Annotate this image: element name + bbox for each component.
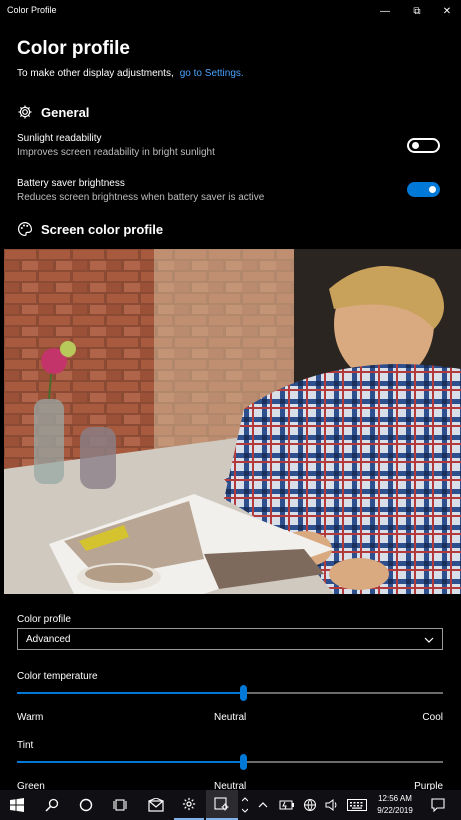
network-icon[interactable] <box>300 790 320 820</box>
taskbar-clock[interactable]: 12:56 AM 9/22/2019 <box>372 793 418 817</box>
toggle-knob <box>412 142 419 149</box>
action-center-icon[interactable] <box>424 790 452 820</box>
close-button[interactable]: ✕ <box>430 0 461 22</box>
volume-icon[interactable] <box>322 790 342 820</box>
taskbar: 12:56 AM 9/22/2019 <box>0 790 461 820</box>
chevron-up-icon[interactable] <box>254 790 272 820</box>
keyboard-icon[interactable] <box>344 790 370 820</box>
settings-link[interactable]: go to Settings. <box>180 68 244 79</box>
scroll-handle-icon[interactable] <box>240 790 250 820</box>
battery-saver-brightness-desc: Reduces screen brightness when battery s… <box>17 192 265 203</box>
mail-icon[interactable] <box>140 790 172 820</box>
chevron-down-icon <box>423 633 435 645</box>
color-temperature-slider[interactable] <box>17 685 443 701</box>
minimize-button[interactable]: — <box>368 0 402 22</box>
color-profile-selected-value: Advanced <box>26 634 71 645</box>
sample-photo <box>4 249 461 594</box>
clock-time: 12:56 AM <box>378 794 412 803</box>
palette-icon <box>17 221 33 237</box>
slider-thumb[interactable] <box>239 754 247 770</box>
title-bar: Color Profile — ⧉ ✕ <box>0 0 461 22</box>
general-section-heading: General <box>17 104 89 120</box>
sunlight-readability-title: Sunlight readability <box>17 133 102 144</box>
slider-thumb[interactable] <box>239 685 247 701</box>
search-icon[interactable] <box>36 790 68 820</box>
page-title: Color profile <box>17 38 130 59</box>
sunlight-readability-setting: Sunlight readability Improves screen rea… <box>17 133 447 158</box>
scale-right-label: Cool <box>422 712 443 723</box>
adjustments-text: To make other display adjustments, go to … <box>17 68 244 79</box>
restore-button[interactable]: ⧉ <box>400 0 434 22</box>
settings-icon[interactable] <box>174 790 204 820</box>
color-profile-label: Color profile <box>17 614 71 625</box>
battery-icon[interactable] <box>276 790 298 820</box>
color-temperature-label: Color temperature <box>17 671 98 682</box>
battery-saver-brightness-title: Battery saver brightness <box>17 178 125 189</box>
screen-color-profile-heading: Screen color profile <box>17 221 163 237</box>
adjustments-label: To make other display adjustments, <box>17 68 174 79</box>
sunlight-readability-desc: Improves screen readability in bright su… <box>17 147 215 158</box>
toggle-knob <box>429 186 436 193</box>
screen-color-profile-label: Screen color profile <box>41 221 164 237</box>
general-heading-label: General <box>41 104 90 120</box>
sunlight-readability-toggle[interactable] <box>407 138 440 153</box>
color-profile-app-icon[interactable] <box>206 790 238 820</box>
window-title: Color Profile <box>7 5 57 15</box>
slider-fill <box>17 692 243 694</box>
cortana-icon[interactable] <box>70 790 102 820</box>
windows-start-icon[interactable] <box>0 790 34 820</box>
slider-fill <box>17 761 243 763</box>
battery-saver-brightness-toggle[interactable] <box>407 182 440 197</box>
clock-date: 9/22/2019 <box>377 806 413 815</box>
scale-left-label: Warm <box>17 712 44 723</box>
battery-saver-brightness-setting: Battery saver brightness Reduces screen … <box>17 178 447 203</box>
task-view-icon[interactable] <box>104 790 136 820</box>
gear-icon <box>17 104 33 120</box>
color-profile-dropdown[interactable]: Advanced <box>17 628 443 650</box>
scale-center-label: Neutral <box>214 712 247 723</box>
tint-slider[interactable] <box>17 754 443 770</box>
tint-label: Tint <box>17 740 34 751</box>
